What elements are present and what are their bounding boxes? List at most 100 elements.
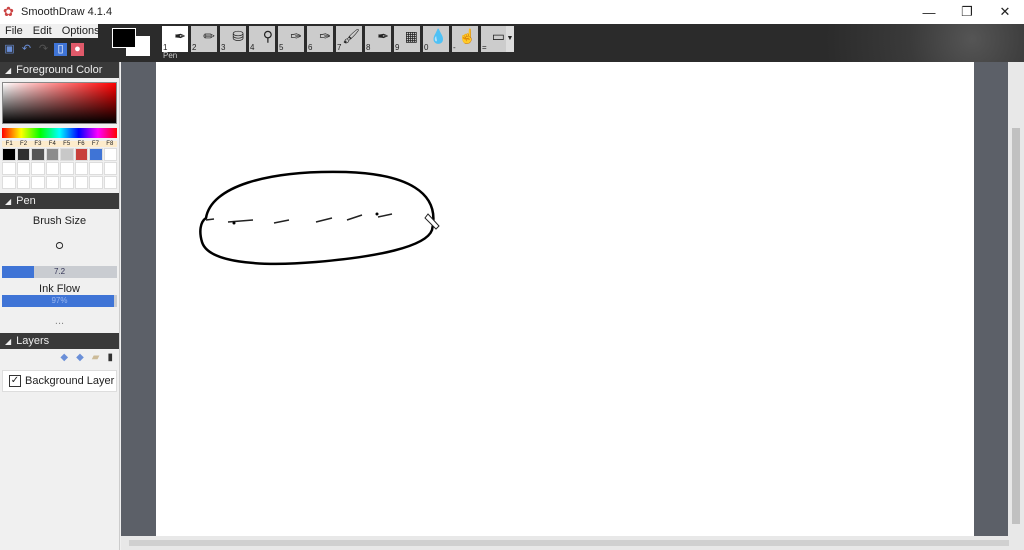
layer-down-icon[interactable]: ◆: [76, 352, 84, 363]
color-swatch[interactable]: [2, 162, 16, 175]
drawing-canvas[interactable]: [156, 62, 974, 536]
tool-button-water[interactable]: 0 💧: [423, 26, 449, 52]
color-swatch[interactable]: [31, 148, 45, 161]
delete-layer-icon[interactable]: ▮: [107, 352, 113, 363]
hue-slider[interactable]: [2, 128, 117, 138]
toolbar: File Edit Options ▣ ↶ ↷ ▯ ● 1 ✒ 2 ✏ 3 ⛁ 4 ⚲ 5 ✑ 6 ✑…: [0, 24, 1024, 62]
tool-button-brush[interactable]: 7 🖌: [336, 26, 362, 52]
horizontal-scrollbar[interactable]: [121, 536, 1024, 550]
brush-preview-icon: ⭘: [55, 241, 64, 252]
menu-edit[interactable]: Edit: [28, 24, 57, 38]
menu-options[interactable]: Options: [57, 24, 105, 38]
pen-icon: ✒: [174, 28, 186, 44]
tool-button-pen[interactable]: 1 ✒: [162, 26, 188, 52]
pen-header[interactable]: ◢ Pen: [0, 193, 119, 209]
brush-size-label: Brush Size: [32, 215, 87, 227]
color-swatch[interactable]: [45, 176, 59, 189]
panel-title: Foreground Color: [16, 64, 103, 76]
bucket-icon: ⛁: [232, 28, 244, 44]
restore-button[interactable]: ❐: [948, 0, 986, 24]
tools-dropdown[interactable]: ▼: [506, 26, 514, 52]
tool-shortcut: 9: [395, 43, 400, 52]
tool-button-pencil[interactable]: 2 ✏: [191, 26, 217, 52]
brush-size-slider[interactable]: 7.2: [2, 266, 117, 278]
ink-brush-icon: ✒: [377, 28, 389, 44]
fkey-label: F2: [20, 141, 28, 147]
color-swatch[interactable]: [60, 176, 74, 189]
color-swatch[interactable]: [89, 176, 103, 189]
snapshot-icon[interactable]: ●: [71, 42, 84, 56]
ink-flow-value: 97%: [51, 296, 68, 305]
airbrush-icon: ✑: [290, 28, 302, 44]
vertical-scrollbar[interactable]: [1008, 62, 1024, 536]
tool-button-spray[interactable]: 6 ✑: [307, 26, 333, 52]
tool-button-ink-brush[interactable]: 8 ✒: [365, 26, 391, 52]
tool-button-grain[interactable]: 9 ▦: [394, 26, 420, 52]
tool-shortcut: 4: [250, 43, 255, 52]
color-swatch[interactable]: [74, 162, 88, 175]
minimize-button[interactable]: —: [910, 0, 948, 24]
menu-bar: File Edit Options: [0, 24, 100, 38]
panel-title: Pen: [16, 195, 36, 207]
color-swatch[interactable]: [60, 148, 74, 161]
brush-size-value: 7.2: [53, 267, 66, 276]
color-swatch[interactable]: [16, 176, 30, 189]
pencil-icon: ✏: [203, 28, 215, 44]
color-swatch[interactable]: [2, 176, 16, 189]
color-swatch[interactable]: [89, 162, 103, 175]
eraser-icon: ▭: [491, 28, 505, 44]
color-swatch[interactable]: [16, 148, 30, 161]
color-swatch[interactable]: [31, 176, 45, 189]
foreground-color-swatch[interactable]: [112, 28, 136, 48]
tool-button-airbrush[interactable]: 5 ✑: [278, 26, 304, 52]
menu-file[interactable]: File: [0, 24, 28, 38]
layers-header[interactable]: ◢ Layers: [0, 333, 119, 349]
color-swatch[interactable]: [74, 176, 88, 189]
layer-up-icon[interactable]: ◆: [60, 352, 68, 363]
color-swatch[interactable]: [31, 162, 45, 175]
color-picker-gradient[interactable]: [2, 82, 117, 124]
tool-button-smudge[interactable]: - ☝: [452, 26, 478, 52]
tool-button-bucket[interactable]: 3 ⛁: [220, 26, 246, 52]
color-swatch[interactable]: [103, 162, 117, 175]
ink-flow-label: Ink Flow: [39, 283, 80, 295]
tool-shortcut: 2: [192, 43, 197, 52]
tool-button-eyedropper[interactable]: 4 ⚲: [249, 26, 275, 52]
tool-button-eraser[interactable]: = ▭: [481, 26, 507, 52]
tool-shortcut: 0: [424, 43, 429, 52]
title-bar: ✿ SmoothDraw 4.1.4 — ❐ ✕: [0, 0, 1024, 24]
page-icon[interactable]: ▯: [54, 42, 67, 56]
drawing-strokes: [199, 170, 440, 266]
eyedropper-icon: ⚲: [262, 28, 273, 44]
color-swatch[interactable]: [2, 148, 16, 161]
fkey-label: F6: [77, 141, 85, 147]
close-button[interactable]: ✕: [986, 0, 1024, 24]
left-panel: ◢ Foreground Color F1 F2 F3 F4 F5 F6 F7 F8 ◢ Pen …: [0, 62, 120, 550]
layer-item[interactable]: ✓ Background Layer: [2, 370, 117, 392]
foreground-color-header[interactable]: ◢ Foreground Color: [0, 62, 119, 78]
new-layer-icon[interactable]: ▰: [92, 352, 100, 363]
grain-icon: ▦: [404, 28, 418, 44]
color-swatch[interactable]: [60, 162, 74, 175]
app-title: SmoothDraw 4.1.4: [21, 6, 113, 18]
color-swatch[interactable]: [16, 162, 30, 175]
more-options[interactable]: ...: [0, 315, 119, 327]
layer-visibility-checkbox[interactable]: ✓: [9, 375, 21, 387]
tool-shortcut: -: [453, 43, 456, 52]
color-swatch[interactable]: [45, 162, 59, 175]
color-swatch[interactable]: [103, 176, 117, 189]
fkey-label: F7: [91, 141, 99, 147]
color-swatch[interactable]: [103, 148, 117, 161]
color-swatch[interactable]: [74, 148, 88, 161]
tool-shortcut: 5: [279, 43, 284, 52]
color-swatch[interactable]: [45, 148, 59, 161]
save-icon[interactable]: ▣: [3, 43, 16, 56]
fkey-label: F4: [48, 141, 56, 147]
canvas-area: [121, 62, 1008, 536]
tool-shortcut: 3: [221, 43, 226, 52]
ink-flow-slider[interactable]: 97%: [2, 295, 117, 307]
color-swatch[interactable]: [89, 148, 103, 161]
redo-icon[interactable]: ↷: [37, 43, 50, 56]
water-icon: 💧: [429, 28, 447, 44]
undo-icon[interactable]: ↶: [20, 43, 33, 56]
